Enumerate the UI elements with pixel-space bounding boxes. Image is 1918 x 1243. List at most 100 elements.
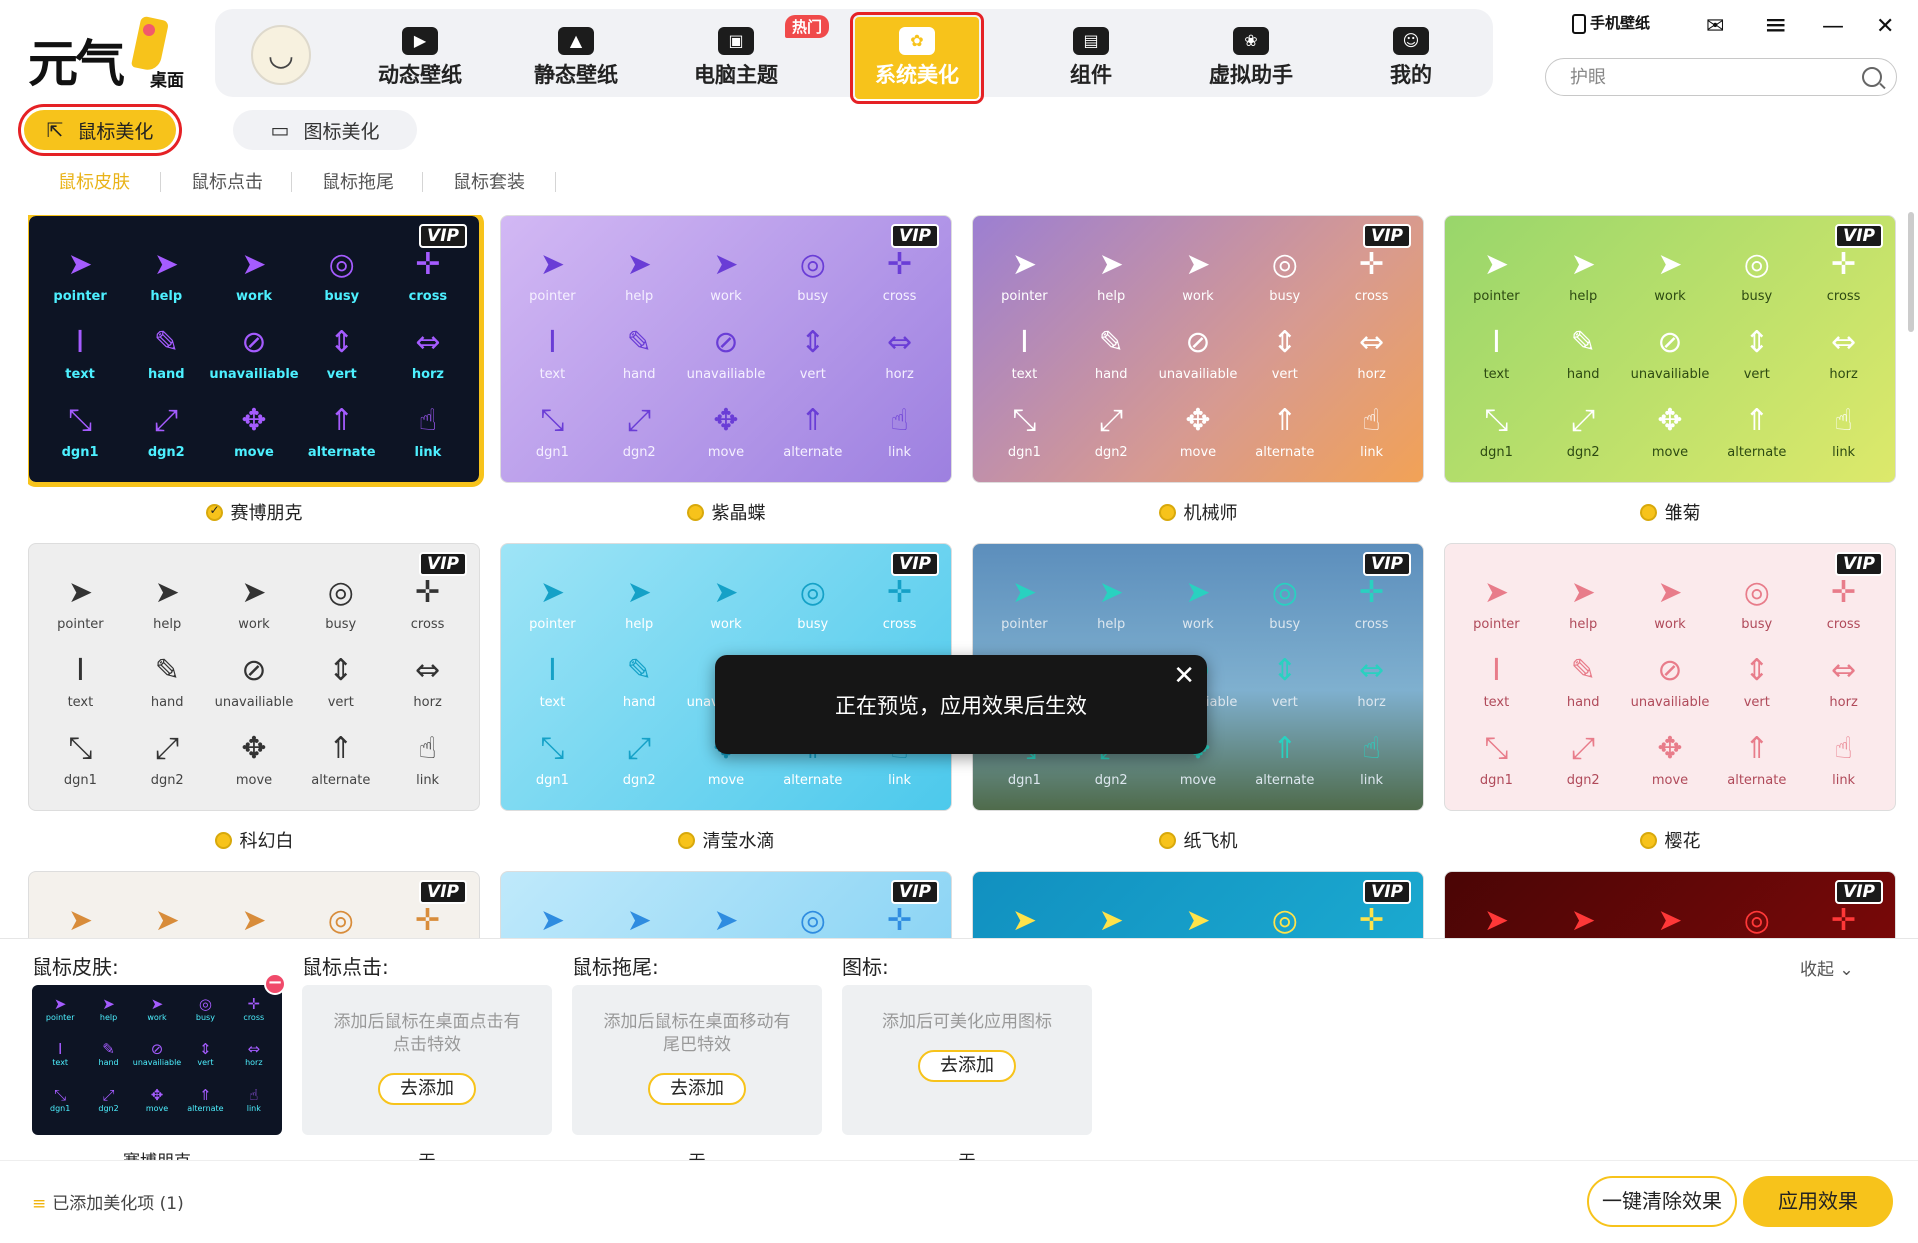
skin-card[interactable]: ➤pointer➤help➤work◎busy✛crossⅠtext✎hand⊘… <box>1444 871 1896 940</box>
apply-effects-button[interactable]: 应用效果 <box>1743 1176 1893 1227</box>
nav-widgets[interactable]: ▤ 组件 <box>1026 9 1156 97</box>
radio-icon[interactable] <box>677 832 695 849</box>
cursor-label: dgn1 <box>1007 444 1041 460</box>
cursor-label: text <box>65 366 95 382</box>
tab-mouse-beautify[interactable]: ⇱ 鼠标美化 <box>18 104 182 156</box>
cursor-cell: ⇔ horz <box>385 314 471 392</box>
skin-caption[interactable]: 机械师 <box>972 499 1424 525</box>
checked-radio-icon[interactable] <box>205 503 223 521</box>
mail-icon[interactable]: ✉ <box>1706 14 1724 39</box>
cursor-label: unavailiable <box>214 694 294 710</box>
cursor-cell: ☝ link <box>1800 392 1887 470</box>
skin-card[interactable]: ➤pointer➤help➤work◎busy✛crossⅠtext✎hand⊘… <box>500 215 952 483</box>
tab-mouse-trail[interactable]: 鼠标拖尾 <box>322 168 394 196</box>
cursor-glyph-icon: ➤ <box>67 246 93 282</box>
search-input[interactable] <box>1570 66 1850 88</box>
remove-skin-button[interactable]: − <box>264 973 286 995</box>
mini-cursor-cell: ✥ move <box>133 1086 181 1131</box>
menu-icon[interactable]: ≡ <box>1764 8 1787 41</box>
phone-wallpaper-button[interactable]: 手机壁纸 <box>1572 12 1650 34</box>
cursor-cell: ➤ work <box>1155 564 1242 642</box>
cursor-glyph-icon: ✎ <box>1570 324 1596 360</box>
applied-skin-preview[interactable]: ➤ pointer ➤ help ➤ work ◎ busy ✛ cross Ⅰtext ✎ hand ⊘… <box>32 985 282 1135</box>
nav-label: 组件 <box>1070 63 1112 87</box>
cursor-cell: Ⅰtext <box>509 314 596 392</box>
tab-mouse-suite[interactable]: 鼠标套装 <box>453 168 525 196</box>
radio-icon[interactable] <box>686 504 704 521</box>
profile-icon: ☺ <box>1393 27 1429 55</box>
flower-icon: ✿ <box>899 27 935 55</box>
radio-icon[interactable] <box>214 832 232 849</box>
cursor-glyph-icon: ⇕ <box>1744 324 1770 360</box>
close-icon[interactable]: ✕ <box>1876 14 1894 39</box>
scrollbar[interactable] <box>1908 212 1914 332</box>
added-items[interactable]: ≡ 已添加美化项 (1) <box>32 1189 184 1214</box>
cursor-cell: ◎busy <box>1241 892 1328 940</box>
avatar[interactable]: ◡ <box>251 25 311 85</box>
cursor-preview-grid: ➤pointer➤help➤work◎busy✛crossⅠtext✎hand⊘… <box>501 872 951 940</box>
cursor-glyph-icon: ◎ <box>327 902 354 938</box>
nav-pc-theme[interactable]: ▣ 电脑主题 <box>671 9 801 97</box>
skin-caption[interactable]: 雏菊 <box>1444 499 1896 525</box>
cursor-label: hand <box>622 366 656 382</box>
skin-caption[interactable]: 樱花 <box>1444 827 1896 853</box>
cursor-glyph-icon: ◎ <box>1743 246 1770 282</box>
collapse-button[interactable]: 收起 ⌄ <box>1800 955 1854 980</box>
skin-card[interactable]: ➤pointer➤help➤work◎busy✛crossⅠtext✎hand⊘… <box>1444 543 1896 811</box>
radio-icon[interactable] <box>1639 832 1657 849</box>
toast-close-icon[interactable]: ✕ <box>1173 661 1195 691</box>
skin-card[interactable]: ➤pointer➤help➤work◎busy✛crossⅠtext✎hand⊘… <box>500 871 952 940</box>
add-icon-button[interactable]: 去添加 <box>918 1050 1016 1082</box>
mini-cursor-grid: ➤ pointer ➤ help ➤ work ◎ busy ✛ cross Ⅰtext ✎ hand ⊘… <box>32 985 282 1135</box>
add-trail-button[interactable]: 去添加 <box>648 1073 746 1105</box>
radio-icon[interactable] <box>1158 832 1176 849</box>
cursor-glyph-icon: ⇑ <box>1744 402 1770 438</box>
cursor-label: link <box>1360 444 1384 460</box>
tab-mouse-click[interactable]: 鼠标点击 <box>191 168 263 196</box>
add-click-button[interactable]: 去添加 <box>378 1073 476 1105</box>
nav-mine[interactable]: ☺ 我的 <box>1346 9 1476 97</box>
mini-cursor-cell: ⇑ alternate <box>181 1086 229 1131</box>
minimize-icon[interactable]: — <box>1822 14 1844 39</box>
skin-card[interactable]: ➤pointer➤help➤work◎busy✛crossⅠtext✎hand⊘… <box>28 215 484 487</box>
mini-cursor-glyph-icon: ➤ <box>53 995 67 1013</box>
nav-system-beautify[interactable]: ✿ 系统美化 <box>850 12 984 104</box>
skin-caption[interactable]: 紫晶蝶 <box>500 499 952 525</box>
cursor-cell: ☝ link <box>385 392 471 470</box>
cursor-glyph-icon: ➤ <box>241 574 267 610</box>
cursor-glyph-icon: ✎ <box>153 324 179 360</box>
cursor-glyph-icon: ⇔ <box>1831 652 1857 688</box>
skin-card[interactable]: ➤pointer➤help➤work◎busy✛crossⅠtext✎hand⊘… <box>972 871 1424 940</box>
radio-icon[interactable] <box>1158 504 1176 521</box>
skin-caption[interactable]: 纸飞机 <box>972 827 1424 853</box>
skin-card[interactable]: ➤pointer➤help➤work◎busy✛crossⅠtext✎hand⊘… <box>1444 215 1896 483</box>
radio-icon[interactable] <box>1639 504 1657 521</box>
skin-caption[interactable]: 清莹水滴 <box>500 827 952 853</box>
cursor-glyph-icon: ➤ <box>1657 246 1683 282</box>
cursor-cell: Ⅰtext <box>981 314 1068 392</box>
cursor-label: help <box>150 288 183 304</box>
cursor-cell: ➤ pointer <box>1453 236 1540 314</box>
clear-effects-button[interactable]: 一键清除效果 <box>1587 1176 1737 1227</box>
image-icon: ▲ <box>558 27 594 55</box>
skin-card[interactable]: ➤pointer➤help➤work◎busy✛crossⅠtext✎hand⊘… <box>972 215 1424 483</box>
monitor-icon: ▭ <box>270 118 290 142</box>
tab-icon-beautify[interactable]: ▭ 图标美化 <box>233 110 417 150</box>
trail-slot-title: 鼠标拖尾: <box>572 955 659 979</box>
tab-mouse-skin[interactable]: 鼠标皮肤 <box>58 168 130 196</box>
skin-caption[interactable]: 赛博朋克 <box>28 499 480 525</box>
cursor-glyph-icon: ✥ <box>1657 730 1683 766</box>
cursor-glyph-icon: ➤ <box>67 902 93 938</box>
cursor-cell: ➤help <box>1068 892 1155 940</box>
nav-virtual-assistant[interactable]: ❀ 虚拟助手 <box>1186 9 1316 97</box>
cursor-label: move <box>1651 772 1689 788</box>
skin-card[interactable]: ➤pointer➤help➤work◎busy✛crossⅠtext✎hand⊘… <box>28 543 480 811</box>
skin-caption[interactable]: 科幻白 <box>28 827 480 853</box>
search-icon[interactable] <box>1862 67 1882 87</box>
click-slot-title: 鼠标点击: <box>302 955 389 979</box>
nav-static-wallpaper[interactable]: ▲ 静态壁纸 <box>511 9 641 97</box>
cursor-glyph-icon: ⤢ <box>1099 402 1124 438</box>
skin-card[interactable]: ➤pointer➤help➤work◎busy✛crossⅠtext✎hand⊘… <box>28 871 480 940</box>
nav-dynamic-wallpaper[interactable]: ▶ 动态壁纸 <box>355 9 485 97</box>
cursor-glyph-icon: ✛ <box>1359 246 1385 282</box>
